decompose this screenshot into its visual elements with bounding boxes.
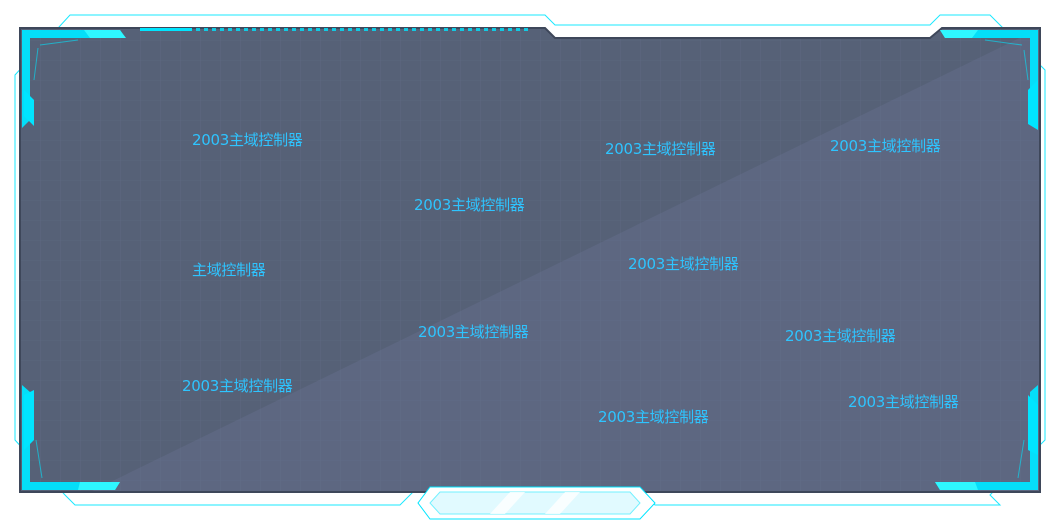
node-label-1[interactable]: 2003主域控制器 (192, 131, 303, 149)
node-label-5[interactable]: 主域控制器 (192, 261, 266, 279)
node-label-11[interactable]: 2003主域控制器 (598, 408, 709, 426)
node-label-9[interactable]: 2003主域控制器 (182, 377, 293, 395)
node-label-8[interactable]: 2003主域控制器 (785, 327, 896, 345)
top-stripes (140, 28, 528, 31)
tech-frame (14, 14, 1046, 520)
panel-grid (20, 28, 1040, 492)
node-label-10[interactable]: 2003主域控制器 (848, 393, 959, 411)
node-label-3[interactable]: 2003主域控制器 (830, 137, 941, 155)
node-label-7[interactable]: 2003主域控制器 (418, 323, 529, 341)
bottom-center-tab (417, 486, 656, 520)
node-label-4[interactable]: 2003主域控制器 (414, 196, 525, 214)
node-label-6[interactable]: 2003主域控制器 (628, 255, 739, 273)
node-label-2[interactable]: 2003主域控制器 (605, 140, 716, 158)
